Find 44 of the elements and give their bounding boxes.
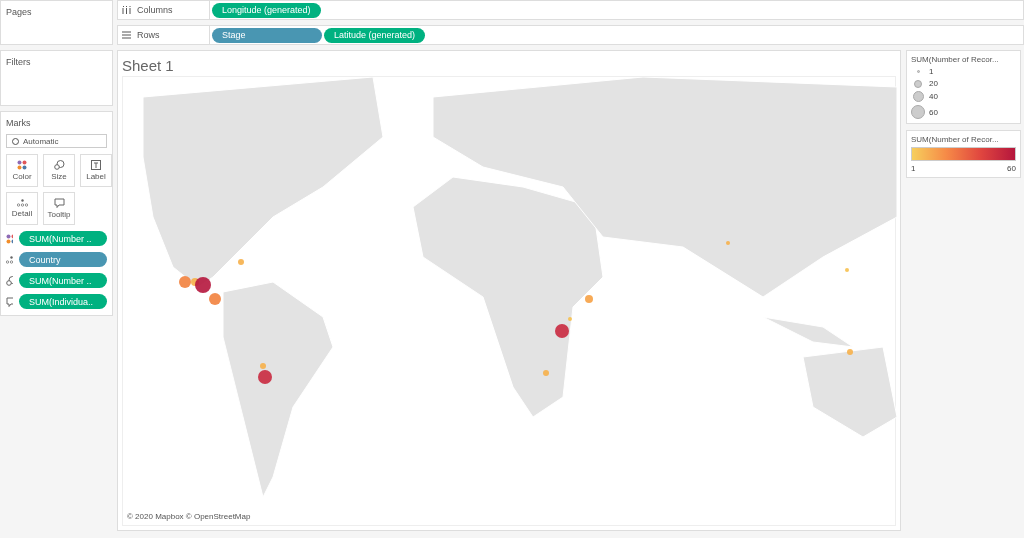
legend-title: SUM(Number of Recor... bbox=[911, 135, 1000, 144]
legend-value: 60 bbox=[929, 107, 938, 117]
rows-icon bbox=[122, 31, 131, 39]
panel-title: Marks bbox=[6, 118, 32, 128]
field-pill[interactable]: Longitude (generated) bbox=[212, 2, 321, 18]
color-dots-icon bbox=[6, 233, 13, 244]
field-pill[interactable]: SUM(Number .. bbox=[19, 231, 107, 246]
detail-dots-icon bbox=[6, 255, 13, 264]
panel-title: Pages bbox=[6, 7, 33, 17]
size-circles-icon bbox=[53, 160, 65, 170]
mark-property-button[interactable]: Tooltip bbox=[43, 192, 75, 225]
legend-value: 40 bbox=[929, 92, 938, 101]
mark-property-button[interactable]: Detail bbox=[6, 192, 38, 225]
mark-property-button[interactable]: Label bbox=[80, 154, 112, 187]
legend-value: 1 bbox=[929, 67, 934, 76]
shelf-label: Rows bbox=[137, 30, 160, 40]
color-dots-icon bbox=[17, 160, 27, 170]
text-label-icon bbox=[91, 160, 101, 170]
size-circles-icon bbox=[6, 275, 13, 286]
legend-value: 20 bbox=[929, 79, 938, 88]
field-pill[interactable]: SUM(Number .. bbox=[19, 273, 107, 288]
shelf-label: Columns bbox=[137, 5, 173, 15]
panel-title: Filters bbox=[6, 57, 32, 67]
detail-dots-icon bbox=[16, 199, 28, 207]
mark-property-button[interactable]: Color bbox=[6, 154, 38, 187]
field-pill[interactable]: Latitude (generated) bbox=[324, 27, 426, 43]
field-pill[interactable]: Stage bbox=[212, 27, 322, 43]
map-attribution: © 2020 Mapbox © OpenStreetMap bbox=[127, 512, 251, 521]
size-circle-icon bbox=[914, 79, 922, 88]
speech-bubble-icon bbox=[53, 198, 65, 208]
size-circle-icon bbox=[911, 105, 925, 119]
mark-property-button[interactable]: Size bbox=[43, 154, 75, 187]
circle-icon bbox=[12, 137, 19, 145]
legend-title: SUM(Number of Recor... bbox=[911, 55, 1000, 64]
mark-type-dropdown[interactable]: Automatic bbox=[6, 134, 107, 148]
sheet-title: Sheet 1 bbox=[122, 57, 175, 74]
columns-icon bbox=[122, 6, 131, 14]
field-pill[interactable]: Country bbox=[19, 252, 107, 267]
field-pill[interactable]: SUM(Individua.. bbox=[19, 294, 107, 309]
legend-value: 60 bbox=[1007, 164, 1016, 173]
legend-value: 1 bbox=[911, 164, 916, 173]
size-circle-icon bbox=[916, 70, 920, 73]
speech-bubble-icon bbox=[6, 296, 13, 307]
size-circle-icon bbox=[912, 91, 924, 102]
